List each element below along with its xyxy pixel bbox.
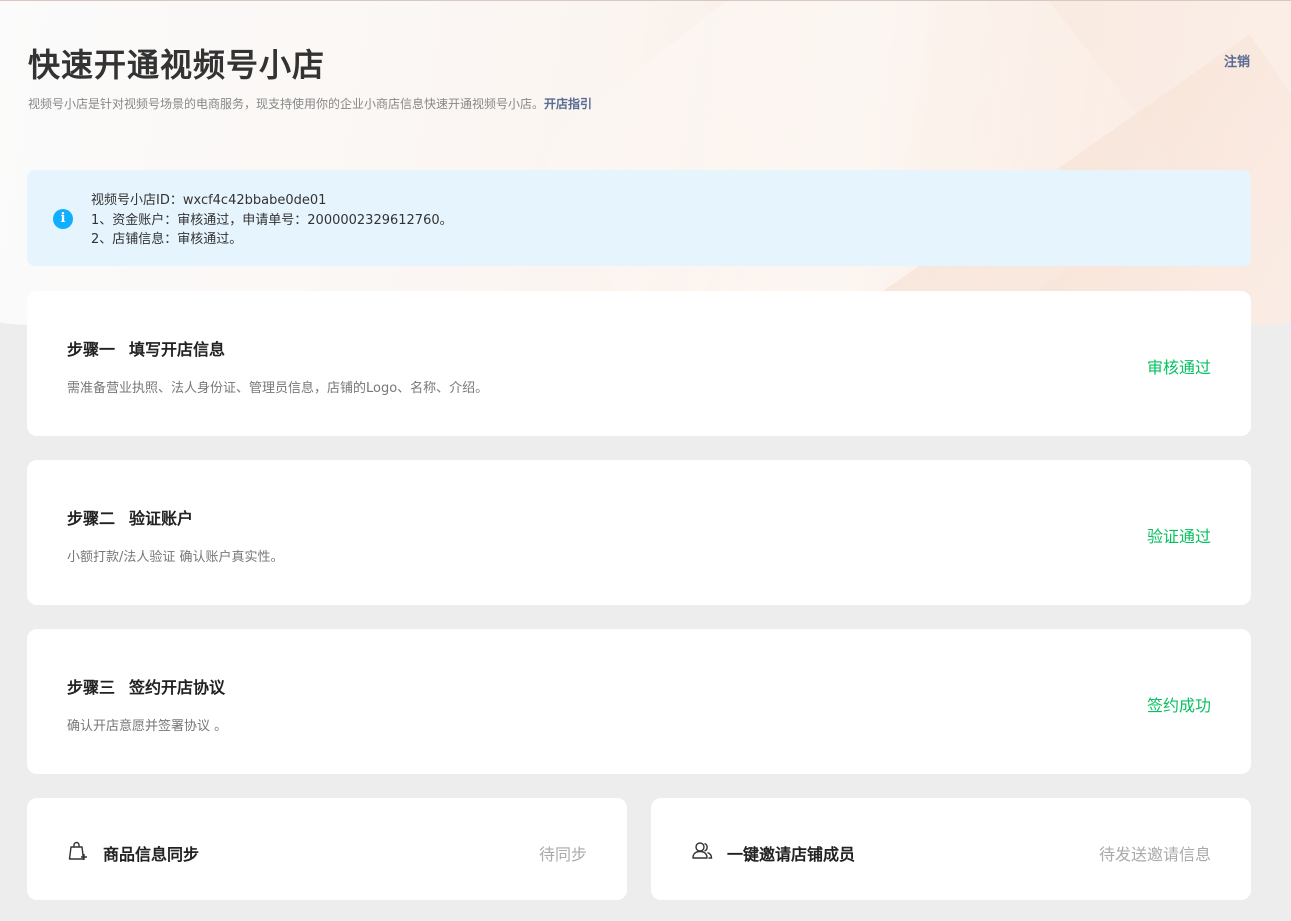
page-subtitle: 视频号小店是针对视频号场景的电商服务，现支持使用你的企业小商店信息快速开通视频号…: [28, 95, 592, 112]
step-status: 审核通过: [1146, 358, 1211, 377]
notice-lines: 视频号小店ID：wxcf4c42bbabe0de01 1、资金账户：审核通过，申…: [91, 191, 453, 250]
step-number: 步骤三: [67, 678, 116, 697]
status-notice: i 视频号小店ID：wxcf4c42bbabe0de01 1、资金账户：审核通过…: [27, 170, 1251, 266]
step-name: 验证账户: [129, 509, 194, 528]
step-description: 确认开店意愿并签署协议 。: [67, 719, 228, 734]
step-title: 步骤一 填写开店信息: [67, 336, 225, 360]
info-icon: i: [53, 209, 73, 229]
step-number: 步骤二: [67, 509, 116, 528]
step-title: 步骤二 验证账户: [67, 505, 193, 529]
invite-members-card[interactable]: 一键邀请店铺成员 待发送邀请信息: [651, 798, 1251, 900]
product-sync-status: 待同步: [538, 845, 587, 864]
product-sync-card[interactable]: 商品信息同步 待同步: [27, 798, 627, 900]
step-title: 步骤三 签约开店协议: [67, 674, 225, 698]
step-card-3: 步骤三 签约开店协议 确认开店意愿并签署协议 。 签约成功: [27, 629, 1251, 774]
notice-shop-info: 2、店铺信息：审核通过。: [91, 232, 243, 247]
invite-members-status: 待发送邀请信息: [1098, 845, 1211, 864]
step-description: 小额打款/法人验证 确认账户真实性。: [67, 550, 284, 565]
product-sync-label: 商品信息同步: [103, 845, 200, 864]
step-status: 签约成功: [1146, 696, 1211, 715]
guide-link[interactable]: 开店指引: [544, 97, 592, 111]
logout-link[interactable]: 注销: [1224, 51, 1250, 70]
notice-shop-id: 视频号小店ID：wxcf4c42bbabe0de01: [91, 193, 327, 208]
step-status: 验证通过: [1146, 527, 1211, 546]
shopping-bag-icon: [68, 841, 87, 860]
invite-members-label: 一键邀请店铺成员: [727, 845, 856, 864]
step-description: 需准备营业执照、法人身份证、管理员信息，店铺的Logo、名称、介绍。: [67, 381, 489, 396]
step-card-2: 步骤二 验证账户 小额打款/法人验证 确认账户真实性。 验证通过: [27, 460, 1251, 605]
step-card-1: 步骤一 填写开店信息 需准备营业执照、法人身份证、管理员信息，店铺的Logo、名称…: [27, 291, 1251, 436]
top-divider: [0, 0, 1291, 1]
notice-fund-account: 1、资金账户：审核通过，申请单号：2000002329612760。: [91, 212, 453, 228]
step-number: 步骤一: [67, 340, 116, 359]
page-title: 快速开通视频号小店: [28, 46, 326, 84]
subtitle-text: 视频号小店是针对视频号场景的电商服务，现支持使用你的企业小商店信息快速开通视频号…: [28, 97, 545, 111]
step-name: 签约开店协议: [129, 678, 226, 697]
members-icon: [692, 842, 713, 859]
step-name: 填写开店信息: [129, 340, 226, 359]
